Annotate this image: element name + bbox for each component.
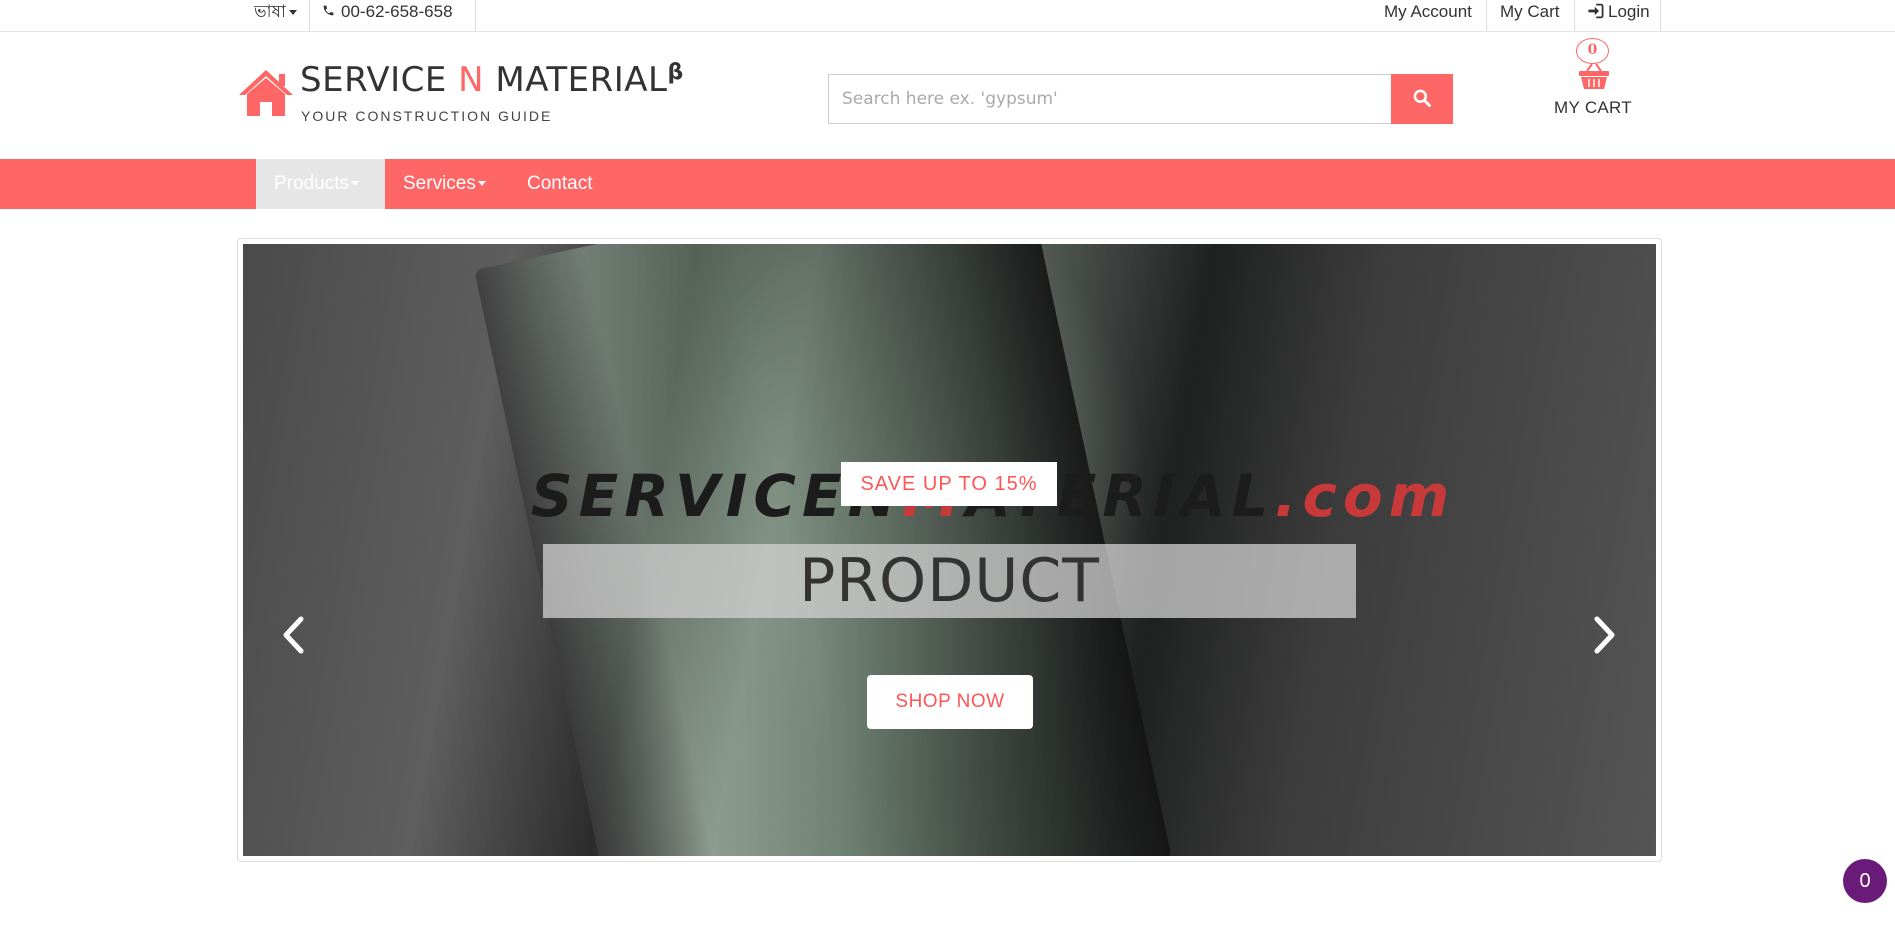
nav-services[interactable]: Services bbox=[385, 159, 509, 209]
phone-icon bbox=[322, 0, 335, 24]
my-account-link[interactable]: My Account bbox=[1375, 0, 1487, 31]
chevron-left-icon bbox=[281, 616, 305, 659]
brand-accent: N bbox=[458, 60, 485, 100]
chevron-down-icon bbox=[288, 10, 297, 16]
chevron-down-icon bbox=[350, 181, 359, 187]
brand-name[interactable]: SERVICE N MATERIALβ bbox=[300, 60, 684, 100]
top-bar: ভাষা 00-62-658-658 My Account My Cart Lo… bbox=[0, 0, 1895, 32]
nav-products-label: Products bbox=[274, 173, 349, 194]
cart-label: MY CART bbox=[1554, 98, 1632, 117]
carousel-next-button[interactable] bbox=[1585, 612, 1625, 662]
main-nav: Products Services Contact bbox=[0, 159, 1895, 209]
hero-carousel: SERVICENMATERIAL.com SAVE UP TO 15% PROD… bbox=[237, 238, 1662, 862]
shop-now-button[interactable]: SHOP NOW bbox=[867, 675, 1033, 729]
nav-services-label: Services bbox=[403, 173, 476, 194]
nav-products[interactable]: Products bbox=[256, 159, 385, 209]
sign-in-icon bbox=[1587, 2, 1604, 26]
login-label: Login bbox=[1608, 2, 1650, 21]
header-cart[interactable]: 0 MY CART bbox=[1548, 36, 1638, 122]
slide-title: PRODUCT bbox=[543, 544, 1356, 618]
brand-part-1: SERVICE bbox=[300, 60, 459, 100]
search-input[interactable] bbox=[828, 74, 1391, 124]
my-cart-link[interactable]: My Cart bbox=[1487, 0, 1575, 31]
watermark-part-4: .com bbox=[1274, 462, 1456, 530]
my-cart-label: My Cart bbox=[1500, 2, 1560, 21]
floating-cart-badge[interactable]: 0 bbox=[1843, 859, 1887, 903]
login-link[interactable]: Login bbox=[1575, 0, 1661, 31]
nav-contact-label: Contact bbox=[527, 173, 593, 194]
basket-icon bbox=[1578, 62, 1610, 90]
carousel-slide: SERVICENMATERIAL.com SAVE UP TO 15% PROD… bbox=[243, 244, 1656, 856]
carousel-prev-button[interactable] bbox=[273, 612, 313, 662]
chevron-down-icon bbox=[477, 181, 486, 187]
home-logo-icon[interactable] bbox=[237, 68, 295, 118]
save-tag: SAVE UP TO 15% bbox=[841, 462, 1057, 506]
phone-contact[interactable]: 00-62-658-658 bbox=[310, 0, 476, 31]
phone-number: 00-62-658-658 bbox=[341, 2, 453, 21]
language-dropdown[interactable]: ভাষা bbox=[240, 0, 310, 31]
my-account-label: My Account bbox=[1384, 2, 1472, 21]
tagline: YOUR CONSTRUCTION GUIDE bbox=[301, 108, 553, 124]
brand-part-2: MATERIAL bbox=[484, 60, 668, 100]
chevron-right-icon bbox=[1593, 616, 1617, 659]
search-button[interactable] bbox=[1391, 74, 1453, 124]
brand-beta: β bbox=[667, 60, 684, 85]
nav-contact[interactable]: Contact bbox=[509, 159, 619, 209]
search-icon bbox=[1412, 88, 1432, 111]
cart-count-badge: 0 bbox=[1576, 38, 1609, 64]
language-label: ভাষা bbox=[254, 2, 286, 21]
